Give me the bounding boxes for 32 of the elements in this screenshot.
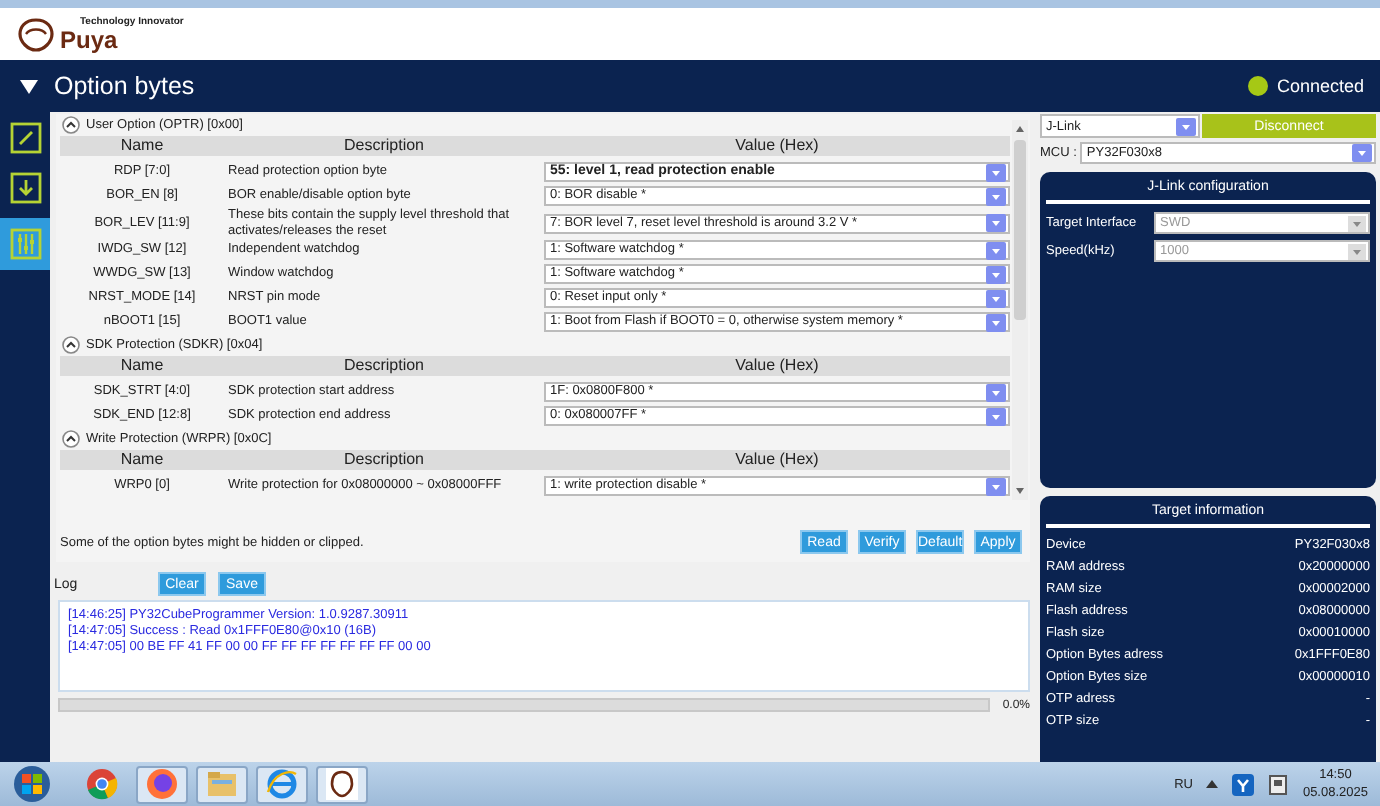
start-icon bbox=[12, 764, 52, 804]
taskbar-button[interactable] bbox=[136, 765, 188, 803]
collapse-icon[interactable] bbox=[62, 430, 80, 448]
dropdown-arrow-icon bbox=[1348, 243, 1366, 259]
folder-icon bbox=[206, 768, 238, 800]
page-title: Option bytes bbox=[54, 72, 195, 100]
column-header: Value (Hex) bbox=[544, 136, 1010, 156]
collapse-icon[interactable] bbox=[62, 116, 80, 134]
column-header: Value (Hex) bbox=[544, 450, 1010, 470]
globe-icon bbox=[146, 768, 178, 800]
dropdown-arrow-icon bbox=[1348, 215, 1366, 231]
tray-app-icon bbox=[1232, 773, 1255, 795]
tray-arrow-icon bbox=[1206, 780, 1219, 788]
column-header: Description bbox=[224, 136, 544, 156]
column-header: Value (Hex) bbox=[544, 356, 1010, 376]
taskbar-button[interactable] bbox=[316, 765, 368, 803]
column-header: Name bbox=[60, 356, 224, 376]
collapse-icon bbox=[20, 79, 38, 93]
status-text: Connected bbox=[1276, 76, 1364, 96]
column-header: Description bbox=[224, 356, 544, 376]
logo-text: Puya bbox=[60, 27, 118, 51]
chrome-icon bbox=[86, 768, 118, 800]
download-icon bbox=[9, 172, 41, 204]
browser-icon bbox=[266, 768, 298, 800]
edit-icon bbox=[9, 122, 41, 154]
column-header: Name bbox=[60, 450, 224, 470]
shield-icon bbox=[326, 768, 358, 800]
logo-icon bbox=[16, 16, 56, 52]
collapse-icon[interactable] bbox=[62, 336, 80, 354]
sliders-icon bbox=[9, 228, 41, 260]
column-header: Description bbox=[224, 450, 544, 470]
column-header: Name bbox=[60, 136, 224, 156]
